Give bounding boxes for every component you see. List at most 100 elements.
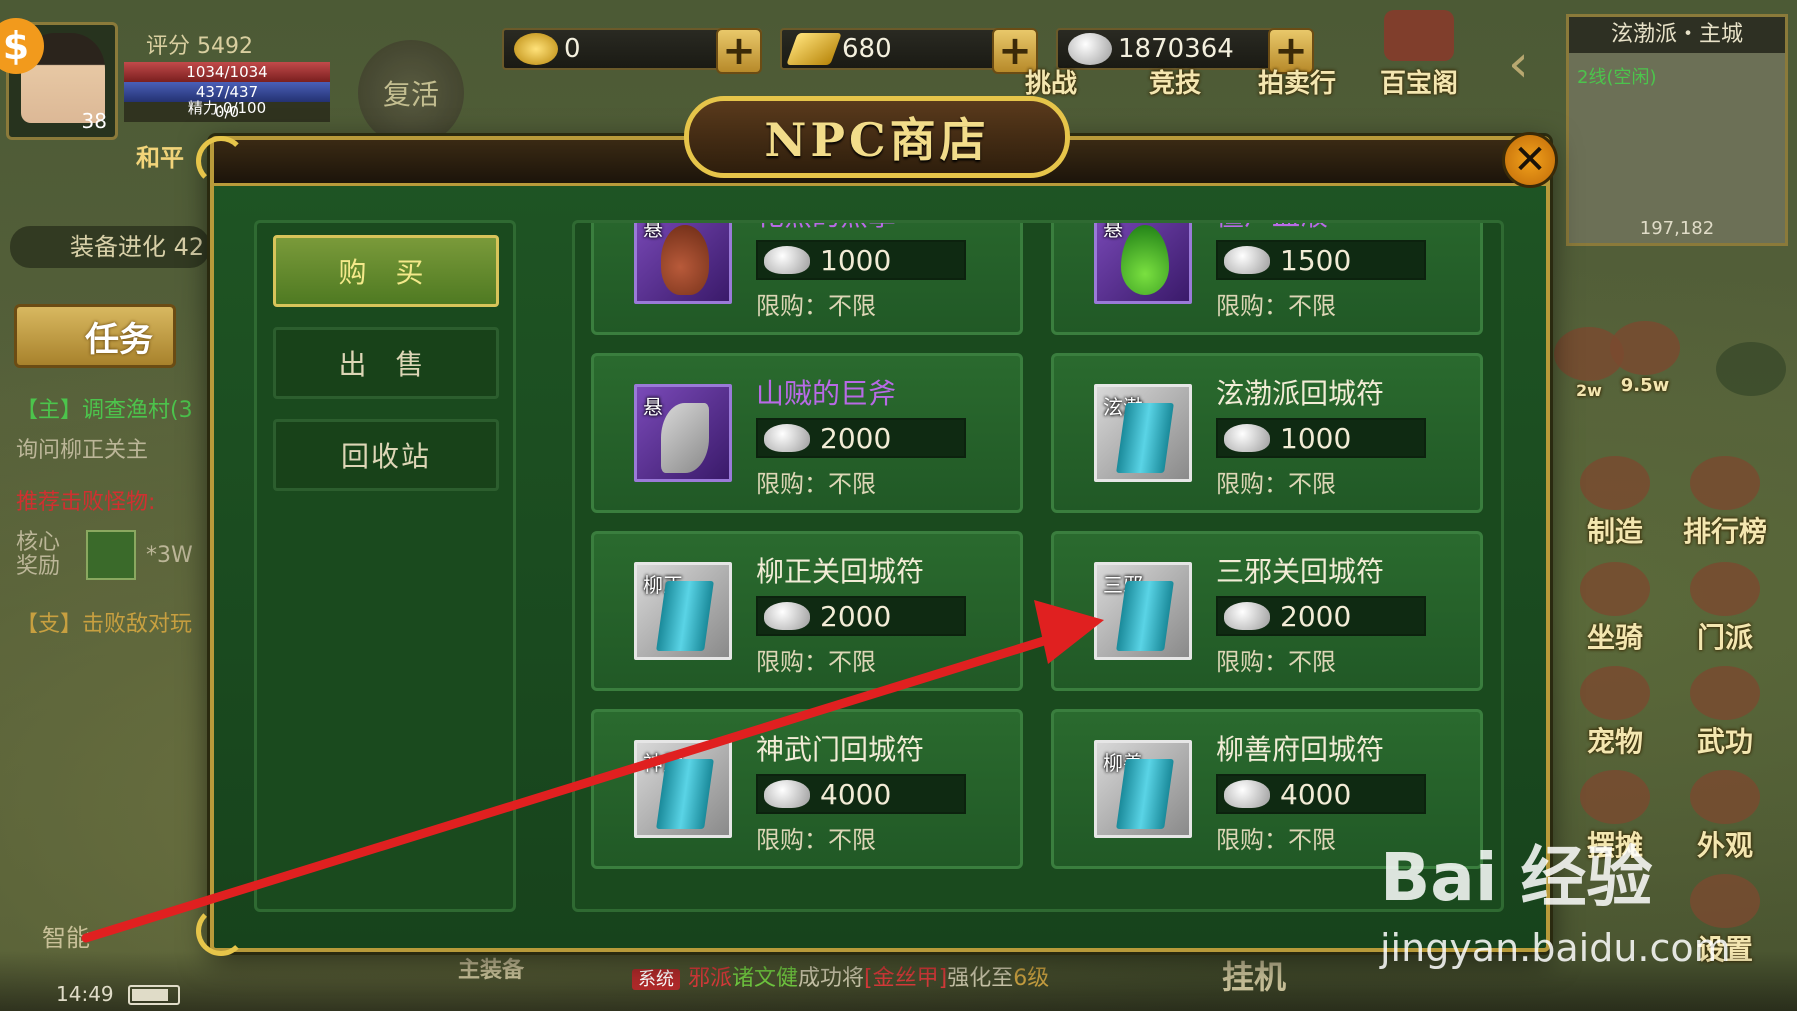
appearance-button[interactable]: 外观 xyxy=(1680,768,1770,864)
item-name: 花熊的熊掌 xyxy=(756,223,896,234)
tab-recycle[interactable]: 回收站 xyxy=(273,419,499,491)
pet-button[interactable]: 宠物 xyxy=(1570,664,1660,760)
shop-item-card[interactable]: 悬 山贼的巨斧 2000 限购：不限 xyxy=(591,353,1023,513)
quest-recommend: 推荐击败怪物: xyxy=(16,490,156,515)
shop-item-card[interactable]: 柳正 柳正关回城符 2000 限购：不限 xyxy=(591,531,1023,691)
drop-icon: 悬 xyxy=(1094,223,1192,304)
minimap-title: 泫渤派・主城 xyxy=(1569,17,1785,53)
player-level: 38 xyxy=(81,109,107,133)
item-name: 泫渤派回城符 xyxy=(1216,377,1385,410)
scroll-icon: 三邪 xyxy=(1094,562,1192,660)
treasure-icon xyxy=(1384,10,1454,61)
silver-icon xyxy=(764,424,810,452)
herb-icon xyxy=(1610,321,1680,375)
menu-diamond-button[interactable] xyxy=(1706,300,1796,396)
item-limit: 限购：不限 xyxy=(756,648,876,676)
main-equip-button[interactable]: 主装备 xyxy=(458,952,524,984)
smart-button[interactable]: 智能 xyxy=(42,918,90,953)
scroll-rank-icon xyxy=(1690,456,1760,510)
gold-ingot-value: 0 xyxy=(564,34,581,64)
core-reward-label: 核心奖励 xyxy=(16,529,61,579)
drumstick-icon: 悬 xyxy=(634,223,732,304)
banner-icon xyxy=(1690,562,1760,616)
item-limit: 限购：不限 xyxy=(1216,292,1336,320)
sect-button[interactable]: 门派 xyxy=(1680,560,1770,656)
stall-icon xyxy=(1580,770,1650,824)
silver-icon xyxy=(1224,780,1270,808)
tab-buy[interactable]: 购 买 xyxy=(273,235,499,307)
pk-mode-label[interactable]: 和平 xyxy=(136,138,184,173)
gold-bar-counter: 680 xyxy=(780,28,1020,70)
server-line[interactable]: 2线(空闲) xyxy=(1577,63,1657,89)
arena-button[interactable]: 竞技 xyxy=(1120,10,1230,100)
book-icon xyxy=(1690,666,1760,720)
scroll-icon: 柳善 xyxy=(1094,740,1192,838)
shop-title: NPC商店 xyxy=(684,96,1070,178)
item-price: 1500 xyxy=(1216,240,1426,280)
map-coordinates: 197,182 xyxy=(1639,218,1715,239)
item-name: 柳善府回城符 xyxy=(1216,733,1385,766)
shop-tab-list: 购 买 出 售 回收站 xyxy=(254,220,516,912)
treasure-pavilion-button[interactable]: 百宝阁 xyxy=(1364,10,1474,100)
item-price: 2000 xyxy=(756,418,966,458)
player-score: 评分 5492 xyxy=(146,34,253,59)
item-price: 4000 xyxy=(1216,774,1426,814)
system-tag: 系统 xyxy=(632,969,680,990)
shop-item-card[interactable]: 泫渤 泫渤派回城符 1000 限购：不限 xyxy=(1051,353,1483,513)
silver-icon xyxy=(764,602,810,630)
item-limit: 限购：不限 xyxy=(1216,470,1336,498)
ornament-icon xyxy=(196,136,246,186)
craft-button[interactable]: 制造 xyxy=(1570,454,1660,550)
quest-tracker[interactable]: 【主】调查渔村(3 询问柳正关主 推荐击败怪物: 核心奖励 *3W 【支】击败敌… xyxy=(16,392,216,638)
silver-icon xyxy=(764,780,810,808)
side-small-b[interactable]: 9.5w xyxy=(1600,300,1690,396)
chevron-left-icon[interactable]: ‹ xyxy=(1508,34,1529,94)
item-price: 2000 xyxy=(756,596,966,636)
side-quest-title[interactable]: 【支】击败敌对玩 xyxy=(16,606,216,638)
gold-bar-value: 680 xyxy=(842,34,892,64)
item-name: 神武门回城符 xyxy=(756,733,925,766)
axe-icon: 悬 xyxy=(634,384,732,482)
item-limit: 限购：不限 xyxy=(756,826,876,854)
item-name: 三邪关回城符 xyxy=(1216,555,1385,588)
scroll-icon: 柳正 xyxy=(634,562,732,660)
equip-evolution-button[interactable]: 装备进化 42 xyxy=(10,226,210,268)
cloak-icon xyxy=(1690,770,1760,824)
martial-arts-button[interactable]: 武功 xyxy=(1680,664,1770,760)
challenge-button[interactable]: 挑战 xyxy=(996,10,1106,100)
shop-item-card[interactable]: 三邪 三邪关回城符 2000 限购：不限 xyxy=(1051,531,1483,691)
main-quest-desc: 询问柳正关主 xyxy=(16,438,149,463)
mount-button[interactable]: 坐骑 xyxy=(1570,560,1660,656)
scroll-icon: 泫渤 xyxy=(1094,384,1192,482)
item-limit: 限购：不限 xyxy=(1216,648,1336,676)
shop-item-grid[interactable]: 悬 花熊的熊掌 1000 限购：不限 悬 僵尸血液 1500 限购：不限 悬 山… xyxy=(572,220,1504,912)
energy-bar: 精力:0/100 xyxy=(187,99,267,117)
auction-button[interactable]: 拍卖行 xyxy=(1242,10,1352,100)
silver-icon xyxy=(1224,602,1270,630)
item-limit: 限购：不限 xyxy=(756,470,876,498)
shop-item-card[interactable]: 悬 僵尸血液 1500 限购：不限 xyxy=(1051,223,1483,335)
minimap[interactable]: 泫渤派・主城 2线(空闲) 197,182 xyxy=(1566,14,1788,246)
item-name: 山贼的巨斧 xyxy=(756,377,897,410)
auto-battle-button[interactable]: 挂机 xyxy=(1222,952,1286,998)
item-price: 1000 xyxy=(1216,418,1426,458)
item-name: 柳正关回城符 xyxy=(756,555,925,588)
shop-item-card[interactable]: 悬 花熊的熊掌 1000 限购：不限 xyxy=(591,223,1023,335)
item-price: 4000 xyxy=(756,774,966,814)
saddle-icon xyxy=(1580,562,1650,616)
close-button[interactable]: ✕ xyxy=(1502,132,1558,188)
exp-reward-icon xyxy=(86,530,136,580)
revive-button[interactable]: 复活 xyxy=(358,40,464,146)
diamond-grid-icon xyxy=(1716,342,1786,396)
add-gold-ingot-button[interactable]: + xyxy=(716,28,762,74)
ornament-icon xyxy=(196,906,246,956)
tab-sell[interactable]: 出 售 xyxy=(273,327,499,399)
item-limit: 限购：不限 xyxy=(756,292,876,320)
shop-item-card[interactable]: 神武 神武门回城符 4000 限购：不限 xyxy=(591,709,1023,869)
main-quest-title[interactable]: 【主】调查渔村(3 xyxy=(16,392,216,424)
task-tab[interactable]: 任务 xyxy=(14,304,176,368)
gear-icon xyxy=(1690,874,1760,928)
ranking-button[interactable]: 排行榜 xyxy=(1680,454,1770,550)
item-limit: 限购：不限 xyxy=(1216,826,1336,854)
baidu-watermark: Bai 经验 xyxy=(1380,839,1653,916)
